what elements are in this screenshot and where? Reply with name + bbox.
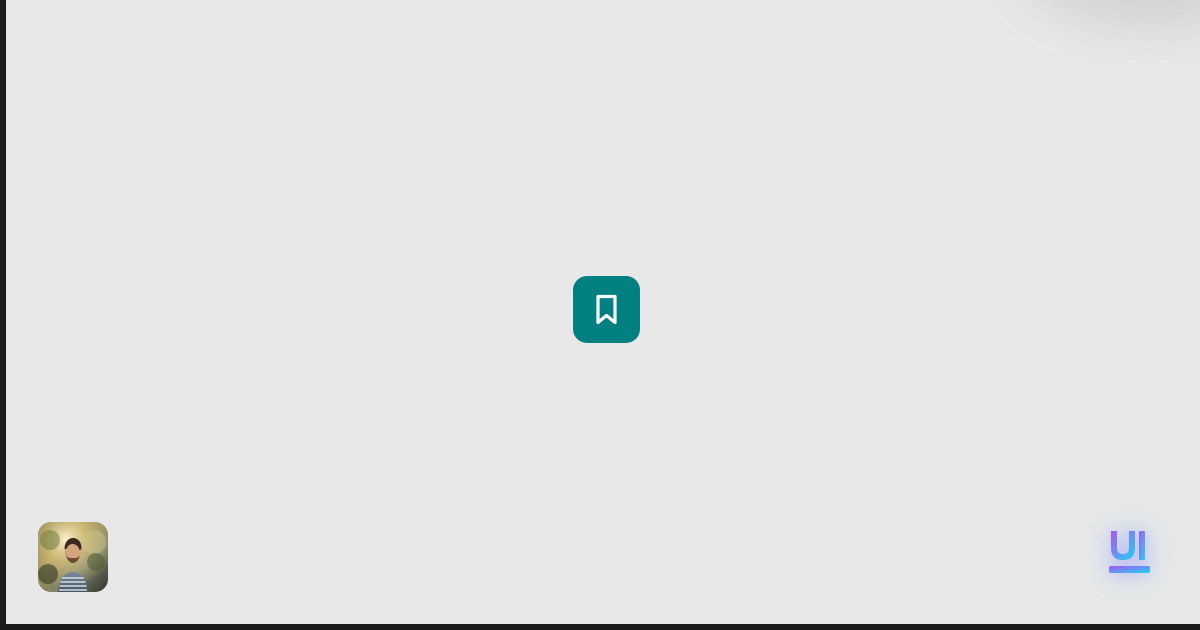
ui-logo bbox=[1109, 531, 1150, 573]
bookmark-icon bbox=[596, 294, 617, 325]
canvas bbox=[6, 0, 1200, 624]
corner-glow bbox=[1010, 0, 1200, 30]
bookmark-button[interactable] bbox=[573, 276, 640, 343]
avatar-photo bbox=[38, 522, 108, 592]
avatar[interactable] bbox=[38, 522, 108, 592]
brand-logo[interactable] bbox=[1102, 526, 1156, 580]
